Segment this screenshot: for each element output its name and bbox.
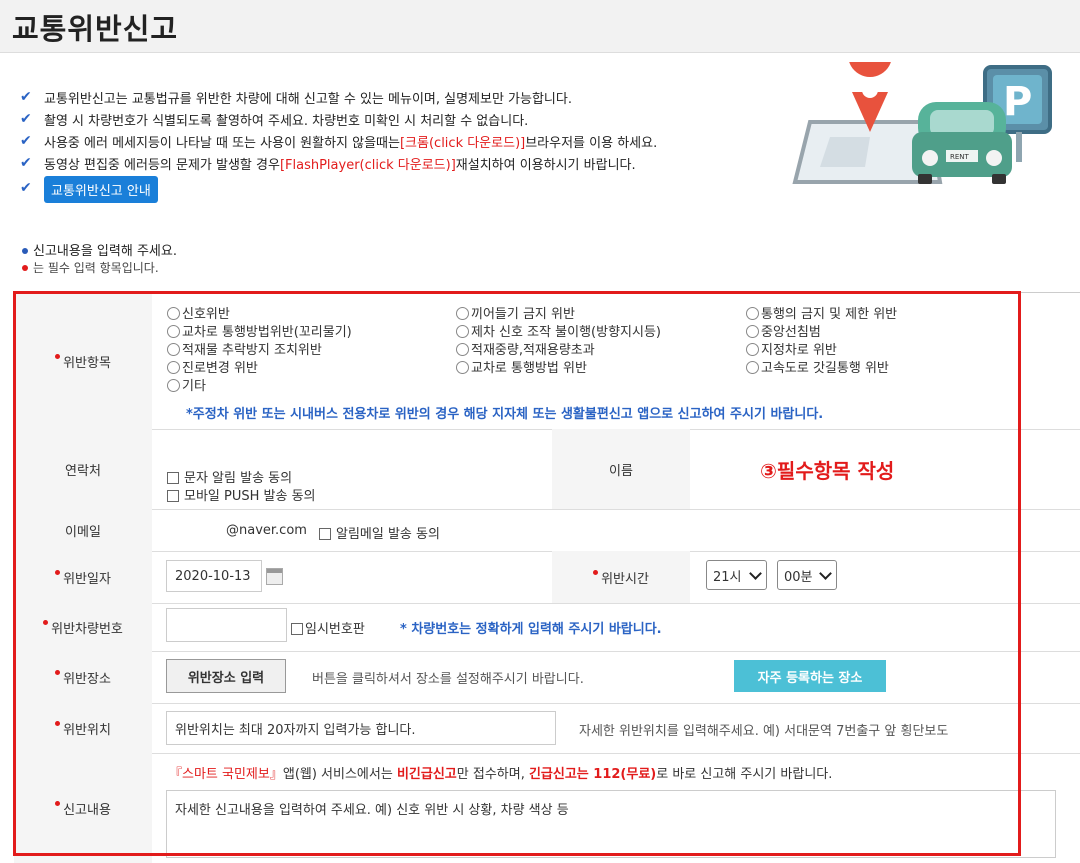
location-input[interactable]: 위반위치는 최대 20자까지 입력가능 합니다.: [166, 711, 556, 745]
page-title: 교통위반신고: [12, 12, 179, 46]
location-row: 위반위치 위반위치는 최대 20자까지 입력가능 합니다. 자세한 위반위치를 …: [14, 703, 1080, 754]
email-row: 이메일 @naver.com 알림메일 발송 동의: [14, 509, 1080, 552]
mail-consent-checkbox[interactable]: 알림메일 발송 동의: [319, 523, 440, 542]
sms-consent-checkbox[interactable]: 문자 알림 발송 동의: [167, 467, 292, 486]
check-icon: ✔: [20, 180, 32, 196]
check-icon: ✔: [20, 155, 32, 171]
chrome-download-link[interactable]: [크롬(click 다운로드)]: [400, 132, 525, 151]
notice-list: ✔ 교통위반신고는 교통법규를 위반한 차량에 대해 신고할 수 있는 메뉴이며…: [20, 86, 658, 203]
report-form: 위반항목 신호위반 교차로 통행방법위반(꼬리물기) 적재물 추락방지 조치위반…: [14, 292, 1080, 863]
radio-option[interactable]: 진로변경 위반: [167, 357, 258, 376]
radio-option[interactable]: 적재물 추락방지 조치위반: [167, 339, 322, 358]
radio-option[interactable]: 끼어들기 금지 위반: [456, 303, 575, 322]
contact-label: 연락처: [14, 429, 152, 509]
temp-plate-checkbox[interactable]: 임시번호판: [291, 618, 365, 637]
chevron-down-icon: [819, 567, 832, 580]
violation-label: 위반항목: [14, 293, 152, 429]
chevron-down-icon: [749, 567, 762, 580]
date-input[interactable]: 2020-10-13: [166, 560, 262, 592]
radio-option[interactable]: 신호위반: [167, 303, 230, 322]
violation-note: *주정차 위반 또는 시내버스 전용차로 위반의 경우 해당 지자체 또는 생활…: [186, 407, 824, 422]
notice-item: ✔ 교통위반신고는 교통법규를 위반한 차량에 대해 신고할 수 있는 메뉴이며…: [20, 89, 572, 107]
radio-option[interactable]: 교차로 통행방법위반(꼬리물기): [167, 321, 352, 340]
intro-text: 신고내용을 입력해 주세요. 는 필수 입력 항목입니다.: [22, 240, 177, 276]
blue-dot-icon: [22, 247, 28, 254]
radio-option[interactable]: 적재중량,적재용량초과: [456, 339, 595, 358]
flashplayer-download-link[interactable]: [FlashPlayer(click 다운로드)]: [280, 154, 456, 173]
plate-row: 위반차량번호 임시번호판 * 차량번호는 정확하게 입력해 주시기 바랍니다.: [14, 603, 1080, 652]
radio-option[interactable]: 제차 신호 조작 불이행(방향지시등): [456, 321, 661, 340]
place-row: 위반장소 위반장소 입력 버튼을 클릭하셔서 장소를 설정해주시기 바랍니다. …: [14, 651, 1080, 704]
location-hint: 자세한 위반위치를 입력해주세요. 예) 서대문역 7번출구 앞 횡단보도: [579, 724, 949, 739]
plate-input[interactable]: [166, 608, 287, 642]
required-dot-icon: [22, 264, 28, 271]
notice-item: ✔ 사용중 에러 메세지등이 나타날 때 또는 사용이 원활하지 않을때는 [크…: [20, 132, 658, 151]
radio-option[interactable]: 교차로 통행방법 위반: [456, 357, 587, 376]
check-icon: ✔: [20, 111, 32, 127]
place-label: 위반장소: [14, 651, 152, 703]
email-label: 이메일: [14, 509, 152, 551]
radio-option[interactable]: 고속도로 갓길통행 위반: [746, 357, 889, 376]
guide-button[interactable]: 교통위반신고 안내: [44, 175, 158, 203]
time-label: 위반시간: [552, 551, 690, 603]
place-hint: 버튼을 클릭하셔서 장소를 설정해주시기 바랍니다.: [312, 672, 584, 687]
content-textarea[interactable]: 자세한 신고내용을 입력하여 주세요. 예) 신호 위반 시 상황, 차량 색상…: [166, 790, 1056, 858]
location-label: 위반위치: [14, 703, 152, 753]
radio-option[interactable]: 지정차로 위반: [746, 339, 837, 358]
notice-item: ✔ 교통위반신고 안내: [20, 174, 657, 203]
annotation-label: ③필수항목 작성: [760, 459, 895, 483]
svg-text:RENT: RENT: [950, 153, 970, 161]
check-icon: ✔: [20, 89, 32, 105]
place-input-button[interactable]: 위반장소 입력: [166, 659, 286, 693]
minute-select[interactable]: 00분: [777, 560, 837, 590]
notice-item: ✔ 동영상 편집중 에러등의 문제가 발생할 경우 [FlashPlayer(c…: [20, 154, 636, 173]
radio-option[interactable]: 기타: [167, 375, 206, 394]
notice-item: ✔ 촬영 시 차량번호가 식별되도록 촬영하여 주세요. 차량번호 미확인 시 …: [20, 111, 529, 129]
favorite-place-button[interactable]: 자주 등록하는 장소: [734, 660, 886, 692]
violation-row: 위반항목 신호위반 교차로 통행방법위반(꼬리물기) 적재물 추락방지 조치위반…: [14, 293, 1080, 430]
push-consent-checkbox[interactable]: 모바일 PUSH 발송 동의: [167, 485, 316, 504]
contact-row: 연락처 문자 알림 발송 동의 모바일 PUSH 발송 동의 이름: [14, 429, 1080, 510]
radio-option[interactable]: 통행의 금지 및 제한 위반: [746, 303, 897, 322]
content-row: 신고내용 『스마트 국민제보』앱(웹) 서비스에서는 비긴급신고만 접수하며, …: [14, 753, 1080, 863]
page-header: 교통위반신고: [0, 0, 1080, 53]
date-label: 위반일자: [14, 551, 152, 603]
content-label: 신고내용: [14, 753, 152, 863]
date-row: 위반일자 2020-10-13 위반시간 21시 00분: [14, 551, 1080, 604]
check-icon: ✔: [20, 133, 32, 149]
plate-note: * 차량번호는 정확하게 입력해 주시기 바랍니다.: [400, 622, 662, 637]
name-label: 이름: [552, 429, 690, 509]
radio-option[interactable]: 중앙선침범: [746, 321, 821, 340]
calendar-icon[interactable]: [266, 568, 283, 585]
parking-illustration: P RENT: [792, 62, 1052, 184]
svg-text:P: P: [1003, 79, 1032, 125]
hour-select[interactable]: 21시: [706, 560, 767, 590]
plate-label: 위반차량번호: [14, 603, 152, 651]
content-notice: 『스마트 국민제보』앱(웹) 서비스에서는 비긴급신고만 접수하며, 긴급신고는…: [169, 767, 833, 782]
email-domain: @naver.com: [226, 523, 307, 538]
